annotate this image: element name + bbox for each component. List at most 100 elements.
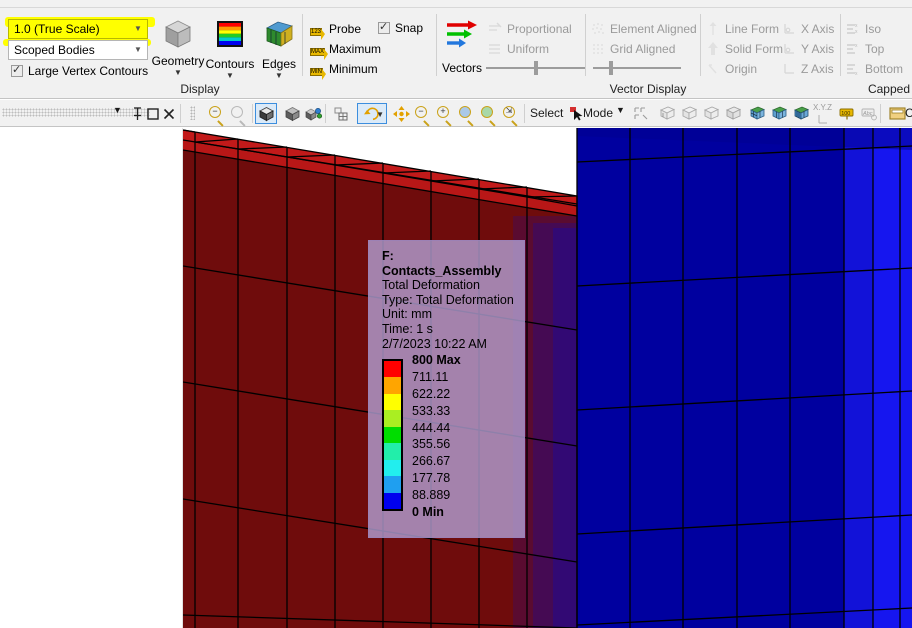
mesh-body-1-icon[interactable] (746, 103, 768, 124)
rotate-icon[interactable]: ▼ (357, 103, 387, 124)
minimum-item[interactable]: MIN Minimum (310, 60, 378, 78)
large-vertex-contours-checkbox[interactable]: Large Vertex Contours (11, 63, 148, 78)
select-label[interactable]: Select (530, 106, 563, 120)
scope-combo[interactable]: Scoped Bodies ▼ (8, 40, 148, 60)
zoom-tool-2-icon[interactable]: + (434, 103, 456, 127)
vector-density-slider[interactable] (593, 61, 681, 75)
grid-aligned-icon (591, 42, 607, 56)
scale-max-label: 800 Max (412, 353, 461, 367)
zoom-tool-4-icon[interactable] (478, 103, 500, 127)
solid-form-label: Solid Form (725, 42, 784, 56)
checkbox-icon[interactable] (11, 63, 23, 77)
color-band-7 (384, 476, 401, 493)
chevron-down-icon[interactable]: ▼ (131, 46, 145, 54)
contours-button[interactable]: Contours ▼ (202, 13, 258, 91)
scale-value-label: 177.78 (412, 471, 451, 486)
annotation-abc-icon[interactable]: Abc (858, 103, 880, 124)
body-face-1-icon[interactable] (656, 103, 678, 124)
chevron-down-icon[interactable]: ▼ (376, 110, 384, 119)
vectors-label: Vectors (442, 61, 483, 75)
iso-item[interactable]: x x Iso (846, 20, 881, 38)
rgb-arrows-icon[interactable] (444, 19, 482, 56)
scale-combo-value: 1.0 (True Scale) (14, 22, 100, 36)
chevron-down-icon[interactable]: ▼ (226, 72, 234, 80)
mesh-body-3-icon[interactable] (790, 103, 812, 124)
vector-length-slider[interactable] (486, 61, 586, 75)
edges-button[interactable]: Edges ▼ (251, 13, 307, 91)
top-item[interactable]: x Top (846, 40, 884, 58)
ribbon-group-display: 1.0 (True Scale) ▼ Scoped Bodies ▼ Large… (0, 9, 300, 98)
snap-checkbox[interactable]: Snap (378, 20, 423, 35)
maximum-item[interactable]: MAX Maximum (310, 40, 381, 58)
chevron-down-icon[interactable]: ▼ (174, 69, 182, 77)
grid-aligned-item[interactable]: Grid Aligned (591, 40, 675, 58)
scale-combo[interactable]: 1.0 (True Scale) ▼ (8, 19, 148, 39)
probe-item[interactable]: 123 Probe (310, 20, 361, 38)
body-face-3-icon[interactable] (700, 103, 722, 124)
uniform-item[interactable]: Uniform (488, 40, 549, 58)
chevron-down-icon[interactable]: ▼ (616, 105, 625, 115)
close-icon[interactable] (158, 103, 180, 124)
show-body-icon[interactable] (255, 103, 277, 124)
mesh-body-2-icon[interactable] (768, 103, 790, 124)
scale-min-label: 0 Min (412, 505, 444, 520)
bottom-item[interactable]: x Bottom (846, 60, 903, 78)
proportional-label: Proportional (507, 22, 572, 36)
line-form-item[interactable]: Line Form (706, 20, 779, 38)
probe-tool-icon[interactable] (630, 103, 652, 124)
origin-icon (706, 62, 722, 76)
origin-item[interactable]: Origin (706, 60, 757, 78)
slider-track (593, 67, 681, 69)
origin-label: Origin (725, 62, 758, 76)
ruler-100-icon[interactable]: 100 (836, 103, 858, 124)
body-face-2-icon[interactable] (678, 103, 700, 124)
legend-title: F: Contacts_Assembly (382, 249, 502, 278)
scale-value-label: 622.22 (412, 386, 451, 401)
mode-label[interactable]: Mode (583, 106, 613, 120)
zoom-tool-5-icon[interactable]: ⇲ (500, 103, 522, 127)
ribbon-separator-4 (700, 14, 701, 76)
result-legend-panel[interactable]: F: Contacts_Assembly Total Deformation T… (368, 240, 525, 538)
line-form-label: Line Form (725, 22, 780, 36)
z-axis-icon (782, 62, 798, 76)
maximum-label: Maximum (329, 42, 382, 56)
chevron-down-icon[interactable]: ▼ (113, 105, 122, 115)
slider-thumb[interactable] (534, 61, 538, 75)
scale-value-label: 88.889 (412, 488, 451, 503)
proportional-item[interactable]: Proportional (488, 20, 572, 38)
checkbox-icon[interactable] (378, 20, 390, 34)
zoom-in-disabled-icon[interactable] (228, 103, 250, 127)
y-axis-item[interactable]: Y Axis (782, 40, 834, 58)
wireframe-cube-icon[interactable] (281, 103, 303, 124)
element-aligned-label: Element Aligned (610, 22, 697, 36)
3d-viewport[interactable] (183, 128, 912, 628)
capped-group-label: Capped (867, 82, 910, 96)
geometry-button[interactable]: Geometry ▼ (150, 13, 206, 91)
zoom-tool-1-icon[interactable]: − (412, 103, 434, 127)
zoom-out-icon[interactable]: − (206, 103, 228, 127)
x-axis-icon (782, 22, 798, 36)
element-aligned-item[interactable]: Element Aligned (591, 20, 697, 38)
z-axis-label: Z Axis (801, 62, 834, 76)
geometry-label: Geometry (151, 54, 205, 68)
mesh-grid-icon[interactable] (330, 103, 352, 124)
chevron-down-icon[interactable]: ▼ (275, 72, 283, 80)
slider-thumb[interactable] (609, 61, 613, 75)
body-face-4-icon[interactable] (722, 103, 744, 124)
pan-icon[interactable] (390, 103, 412, 124)
z-axis-item[interactable]: Z Axis (782, 60, 834, 78)
legend-timestamp: 2/7/2023 10:22 AM (382, 336, 487, 351)
x-axis-item[interactable]: X Axis (782, 20, 834, 38)
clipboard-label[interactable]: Cl (905, 106, 912, 120)
zoom-tool-3-icon[interactable] (456, 103, 478, 127)
coordinate-probe-icon[interactable] (812, 109, 834, 130)
shaded-exploded-icon[interactable] (303, 103, 325, 124)
gray-cube-icon (161, 17, 195, 51)
toolbar-drag-handle-1[interactable] (190, 106, 195, 120)
solid-form-item[interactable]: Solid Form (706, 40, 783, 58)
chevron-down-icon[interactable]: ▼ (131, 25, 145, 33)
ansys-mechanical-window: F: Contacts_Assembly Total Deformation T… (0, 0, 912, 628)
svg-text:100: 100 (841, 110, 850, 116)
legend-color-scale[interactable]: 800 Max 711.11 622.22 533.33 444.44 355.56 266… (382, 353, 461, 528)
display-group-label: Display (180, 82, 220, 96)
